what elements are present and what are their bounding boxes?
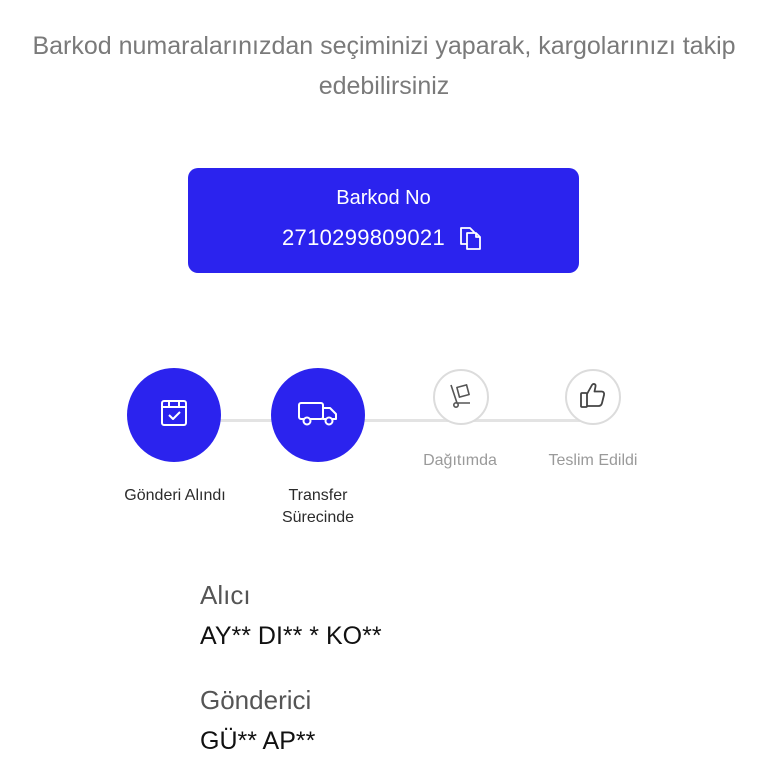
hand-truck-icon xyxy=(446,380,476,415)
sender-name: GÜ** AP** xyxy=(200,727,316,755)
step-delivered xyxy=(565,369,621,425)
step-out-for-delivery xyxy=(433,369,489,425)
recipient-title: Alıcı xyxy=(200,580,251,610)
progress-track xyxy=(175,419,600,422)
barcode-row: 2710299809021 xyxy=(188,224,579,252)
step-label-shipment-received: Gönderi Alındı xyxy=(124,487,226,504)
page-subtitle: Barkod numaralarınızdan seçiminizi yapar… xyxy=(32,32,736,100)
step-label-out-for-delivery: Dağıtımda xyxy=(423,452,497,469)
truck-icon xyxy=(297,397,339,434)
sender-title: Gönderici xyxy=(200,685,312,715)
box-check-icon xyxy=(156,395,192,436)
thumbs-up-icon xyxy=(577,379,609,416)
step-in-transfer xyxy=(271,368,365,462)
copy-icon[interactable] xyxy=(457,224,485,252)
barcode-label: Barkod No xyxy=(336,187,431,209)
tracking-page: Barkod numaralarınızdan seçiminizi yapar… xyxy=(0,0,768,768)
step-label-delivered: Teslim Edildi xyxy=(548,452,638,469)
barcode-card[interactable]: Barkod No 2710299809021 xyxy=(188,168,579,273)
barcode-value: 2710299809021 xyxy=(282,225,445,250)
step-label-in-transfer: Transfer Sürecinde xyxy=(281,487,355,526)
step-shipment-received xyxy=(127,368,221,462)
recipient-name: AY** DI** * KO** xyxy=(200,622,382,650)
